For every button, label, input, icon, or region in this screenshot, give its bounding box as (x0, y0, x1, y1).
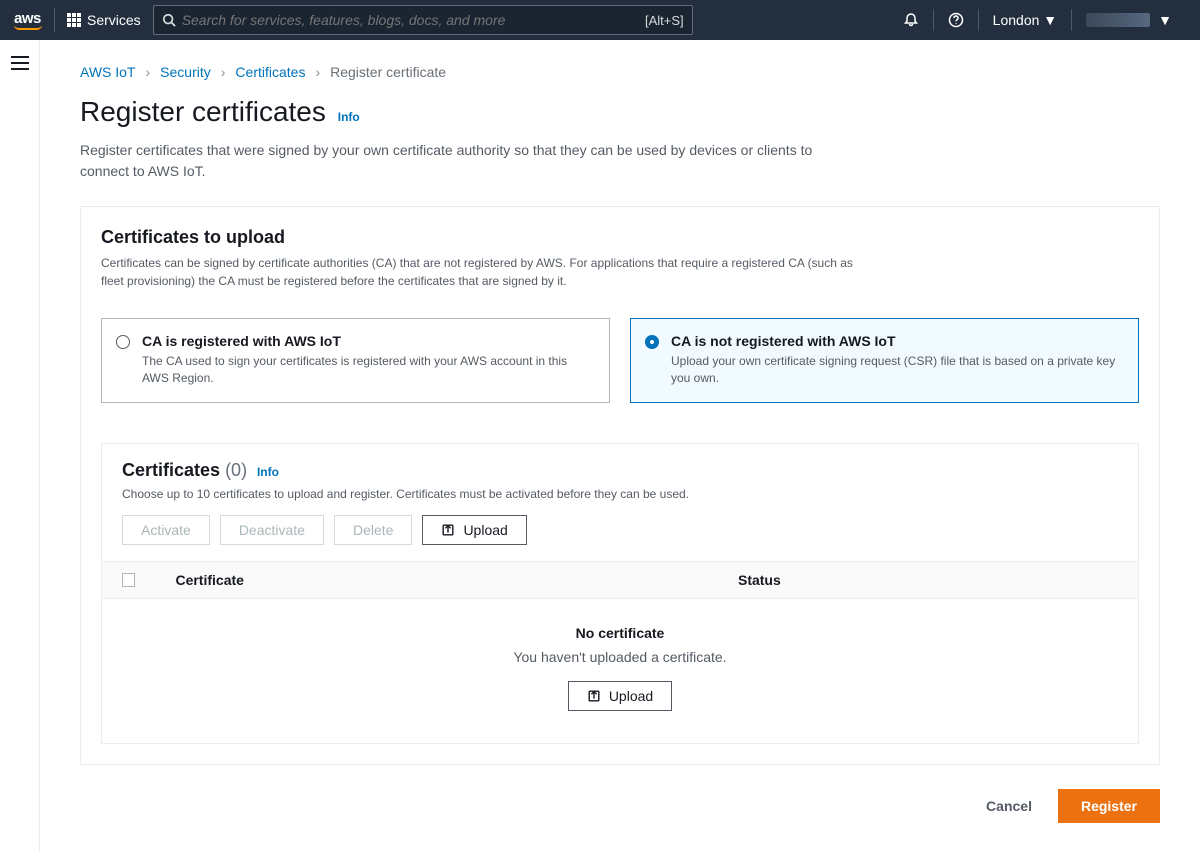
empty-state-title: No certificate (102, 625, 1138, 641)
cancel-button[interactable]: Cancel (972, 789, 1046, 823)
certs-count: (0) (225, 460, 247, 480)
radio-ca-not-registered[interactable]: CA is not registered with AWS IoT Upload… (630, 318, 1139, 403)
column-header-certificate[interactable]: Certificate (175, 572, 698, 588)
page-title: Register certificates (80, 96, 326, 128)
upload-section-title: Certificates to upload (101, 227, 1139, 248)
select-all-checkbox[interactable] (122, 573, 135, 587)
breadcrumb-current: Register certificate (330, 64, 446, 80)
radio-icon (116, 335, 130, 349)
bell-icon (903, 12, 919, 28)
certs-info-link[interactable]: Info (257, 465, 279, 479)
column-header-status[interactable]: Status (738, 572, 1118, 588)
radio-ca-registered-title: CA is registered with AWS IoT (142, 333, 595, 349)
page-subtitle: Register certificates that were signed b… (80, 140, 840, 182)
region-label: London (993, 12, 1040, 28)
notifications-button[interactable] (889, 0, 933, 40)
breadcrumb-security[interactable]: Security (160, 64, 211, 80)
aws-top-nav: aws Services [Alt+S] London ▼ ▼ (0, 0, 1200, 40)
services-button[interactable]: Services (67, 12, 141, 28)
certs-title: Certificates (122, 460, 220, 480)
search-shortcut: [Alt+S] (645, 13, 684, 28)
radio-ca-not-registered-desc: Upload your own certificate signing requ… (671, 353, 1124, 388)
upload-button[interactable]: Upload (422, 515, 526, 545)
region-selector[interactable]: London ▼ (979, 0, 1071, 40)
side-rail (0, 40, 40, 851)
radio-icon (645, 335, 659, 349)
form-footer: Cancel Register (40, 765, 1200, 823)
info-link[interactable]: Info (338, 110, 360, 124)
radio-ca-not-registered-title: CA is not registered with AWS IoT (671, 333, 1124, 349)
upload-button-empty[interactable]: Upload (568, 681, 672, 711)
chevron-right-icon: › (315, 64, 320, 80)
upload-icon (587, 689, 601, 703)
breadcrumb-aws-iot[interactable]: AWS IoT (80, 64, 136, 80)
upload-icon (441, 523, 455, 537)
deactivate-button[interactable]: Deactivate (220, 515, 324, 545)
nav-divider (54, 8, 55, 32)
open-sidebar-button[interactable] (11, 56, 29, 70)
search-icon (162, 13, 176, 27)
breadcrumb-certificates[interactable]: Certificates (235, 64, 305, 80)
global-search[interactable]: [Alt+S] (153, 5, 693, 35)
certs-subtext: Choose up to 10 certificates to upload a… (122, 487, 1118, 501)
account-menu[interactable]: ▼ (1072, 0, 1186, 40)
help-button[interactable] (934, 0, 978, 40)
aws-logo[interactable]: aws (14, 10, 42, 30)
table-header: Certificate Status (102, 561, 1138, 599)
account-chip (1086, 13, 1150, 27)
search-input[interactable] (182, 12, 645, 28)
activate-button[interactable]: Activate (122, 515, 210, 545)
empty-state: No certificate You haven't uploaded a ce… (102, 599, 1138, 743)
breadcrumb: AWS IoT › Security › Certificates › Regi… (40, 40, 1200, 80)
upload-section-description: Certificates can be signed by certificat… (101, 254, 861, 290)
upload-button-empty-label: Upload (609, 688, 653, 704)
chevron-right-icon: › (221, 64, 226, 80)
topnav-right: London ▼ ▼ (889, 0, 1186, 40)
chevron-right-icon: › (146, 64, 151, 80)
services-label: Services (87, 12, 141, 28)
help-icon (948, 12, 964, 28)
upload-button-label: Upload (463, 522, 507, 538)
register-button[interactable]: Register (1058, 789, 1160, 823)
grid-icon (67, 13, 81, 27)
radio-ca-registered[interactable]: CA is registered with AWS IoT The CA use… (101, 318, 610, 403)
empty-state-msg: You haven't uploaded a certificate. (102, 649, 1138, 665)
delete-button[interactable]: Delete (334, 515, 412, 545)
radio-ca-registered-desc: The CA used to sign your certificates is… (142, 353, 595, 388)
